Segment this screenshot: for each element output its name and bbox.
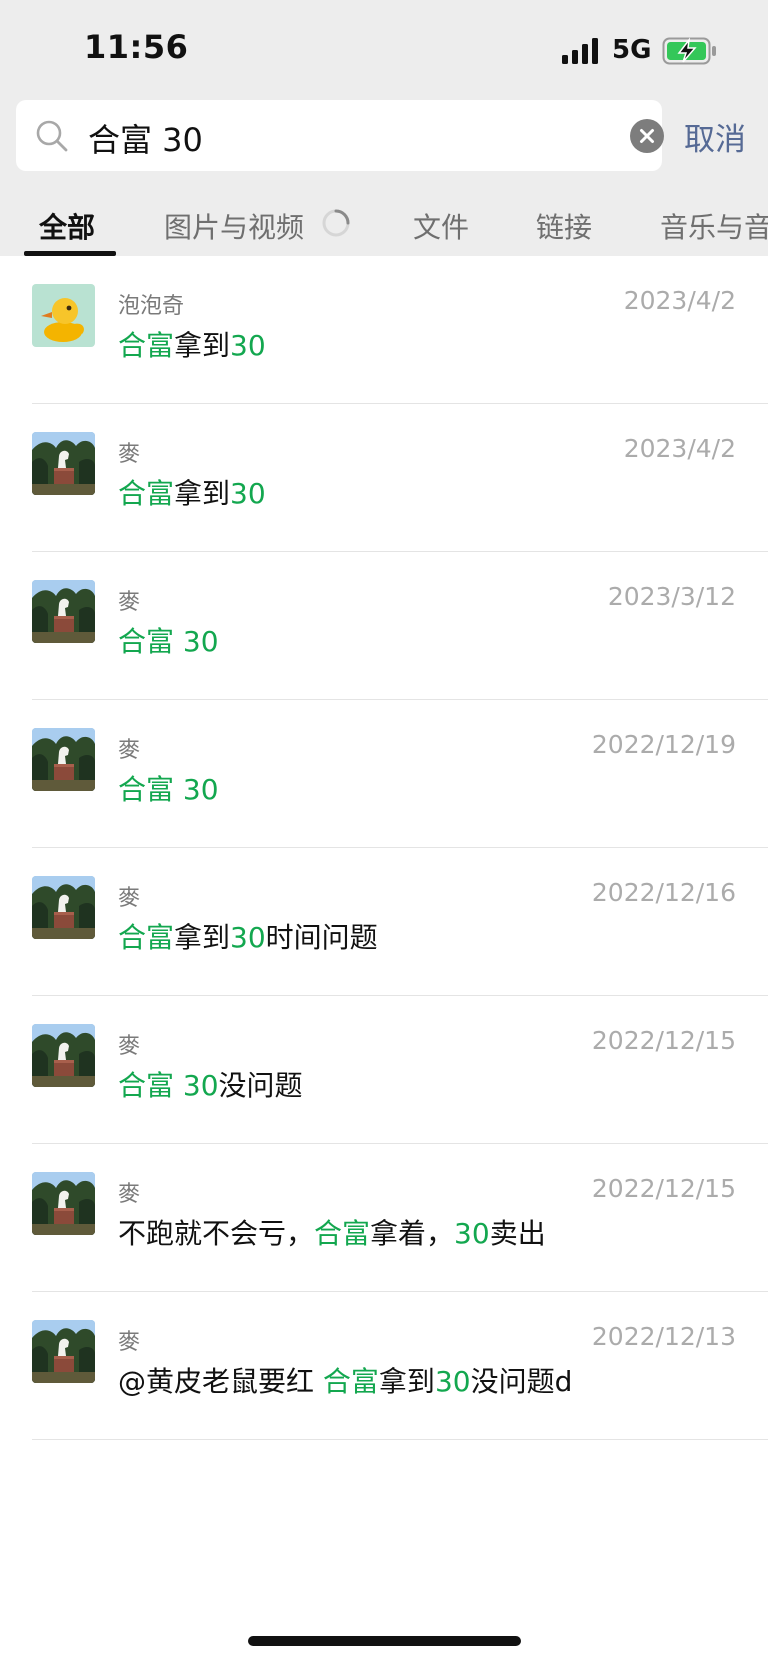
highlighted-keyword: 合富	[118, 477, 175, 510]
search-results-list: 泡泡奇 2023/4/2 合富拿到30 麥 2023/4/2 合富拿到30 麥 2023/…	[0, 256, 768, 1440]
avatar-statue	[32, 728, 95, 791]
sender-name: 麥	[118, 886, 141, 911]
result-row[interactable]: 麥 2022/12/15 合富 30没问题	[0, 996, 768, 1144]
highlighted-keyword: 30	[230, 921, 266, 954]
message-date: 2023/4/2	[623, 434, 736, 463]
status-time: 11:56	[84, 28, 189, 66]
cellular-signal-icon	[562, 38, 598, 64]
message-fragment: 不跑就不会亏，	[118, 1217, 315, 1250]
search-input[interactable]: 合富 30	[16, 100, 664, 171]
tab-all[interactable]: 全部	[39, 206, 95, 256]
message-fragment: 拿到	[174, 477, 231, 510]
highlighted-keyword: 30	[182, 625, 219, 658]
network-type: 5G	[612, 35, 652, 65]
message-date: 2022/12/15	[591, 1026, 736, 1055]
message-date: 2023/4/2	[623, 286, 736, 315]
avatar-statue	[32, 1320, 95, 1383]
result-row[interactable]: 麥 2023/3/12 合富 30	[0, 552, 768, 700]
highlighted-keyword: 30	[454, 1217, 490, 1250]
highlighted-keyword: 30	[182, 773, 219, 806]
message-fragment: 拿着，	[370, 1217, 455, 1250]
tab-music[interactable]: 音乐与音	[660, 206, 768, 256]
avatar-duck	[32, 284, 95, 347]
tab-files[interactable]: 文件	[413, 206, 469, 256]
highlighted-keyword: 合富	[118, 329, 175, 362]
avatar-statue	[32, 580, 95, 643]
result-row[interactable]: 麥 2023/4/2 合富拿到30	[0, 404, 768, 552]
sender-name: 麥	[118, 442, 141, 467]
message-text: 合富 30	[118, 620, 219, 660]
highlighted-keyword: 合富	[322, 1365, 379, 1398]
sender-name: 麥	[118, 738, 141, 763]
message-fragment: 拿到	[378, 1365, 435, 1398]
loading-spinner-icon	[322, 209, 350, 237]
message-text: 合富 30没问题	[118, 1064, 303, 1104]
search-query-text: 合富 30	[88, 121, 203, 159]
avatar-statue	[32, 876, 95, 939]
message-text: 合富拿到30	[118, 324, 266, 364]
message-text: 合富拿到30	[118, 472, 266, 512]
tab-links[interactable]: 链接	[536, 206, 592, 256]
message-date: 2023/3/12	[607, 582, 736, 611]
message-text: 合富拿到30时间问题	[118, 916, 378, 956]
result-row[interactable]: 麥 2022/12/19 合富 30	[0, 700, 768, 848]
result-row[interactable]: 麥 2022/12/16 合富拿到30时间问题	[0, 848, 768, 996]
highlighted-keyword: 合富	[118, 1069, 183, 1102]
avatar-statue	[32, 1172, 95, 1235]
message-text: 不跑就不会亏，合富拿着，30卖出	[118, 1212, 546, 1252]
sender-name: 麥	[118, 1182, 141, 1207]
highlighted-keyword: 合富	[118, 773, 183, 806]
battery-charging-icon	[662, 37, 716, 65]
sender-name: 麥	[118, 590, 141, 615]
cancel-button[interactable]: 取消	[684, 114, 746, 159]
message-text: @黄皮老鼠要红 合富拿到30没问题d	[118, 1360, 572, 1400]
avatar-statue	[32, 432, 95, 495]
status-bar: 11:56 5G	[0, 0, 768, 100]
result-row[interactable]: 麥 2022/12/15 不跑就不会亏，合富拿着，30卖出	[0, 1144, 768, 1292]
search-row: 合富 30 取消	[0, 100, 768, 172]
result-row[interactable]: 麥 2022/12/13 @黄皮老鼠要红 合富拿到30没问题d	[0, 1292, 768, 1440]
home-indicator	[248, 1636, 521, 1646]
message-date: 2022/12/16	[591, 878, 736, 907]
highlighted-keyword: 合富	[118, 625, 183, 658]
sender-name: 麥	[118, 1034, 141, 1059]
message-fragment: 没问题	[218, 1069, 303, 1102]
message-fragment: 卖出	[489, 1217, 546, 1250]
tab-bar: 全部 图片与视频 文件 链接 音乐与音	[0, 200, 768, 256]
message-fragment: 拿到	[174, 329, 231, 362]
message-fragment: 时间问题	[265, 921, 378, 954]
message-date: 2022/12/15	[591, 1174, 736, 1203]
row-divider	[32, 1439, 768, 1440]
result-row[interactable]: 泡泡奇 2023/4/2 合富拿到30	[0, 256, 768, 404]
message-fragment: 拿到	[174, 921, 231, 954]
sender-name: 泡泡奇	[118, 294, 185, 319]
sender-name: 麥	[118, 1330, 141, 1355]
tab-images-videos[interactable]: 图片与视频	[164, 206, 304, 256]
highlighted-keyword: 30	[230, 477, 266, 510]
highlighted-keyword: 合富	[314, 1217, 371, 1250]
message-text: 合富 30	[118, 768, 219, 808]
message-fragment: 没问题d	[470, 1365, 573, 1398]
message-date: 2022/12/19	[591, 730, 736, 759]
clear-search-button[interactable]	[630, 119, 664, 153]
highlighted-keyword: 30	[182, 1069, 219, 1102]
close-icon	[640, 129, 654, 143]
avatar-statue	[32, 1024, 95, 1087]
highlighted-keyword: 30	[230, 329, 266, 362]
header-area: 11:56 5G 合富 30 取消 全部 图片与视频 文件 链接 音乐与音	[0, 0, 768, 256]
highlighted-keyword: 30	[434, 1365, 471, 1398]
highlighted-keyword: 合富	[118, 921, 175, 954]
search-icon	[36, 120, 68, 152]
message-fragment: @黄皮老鼠要红	[118, 1365, 323, 1398]
message-date: 2022/12/13	[591, 1322, 736, 1351]
